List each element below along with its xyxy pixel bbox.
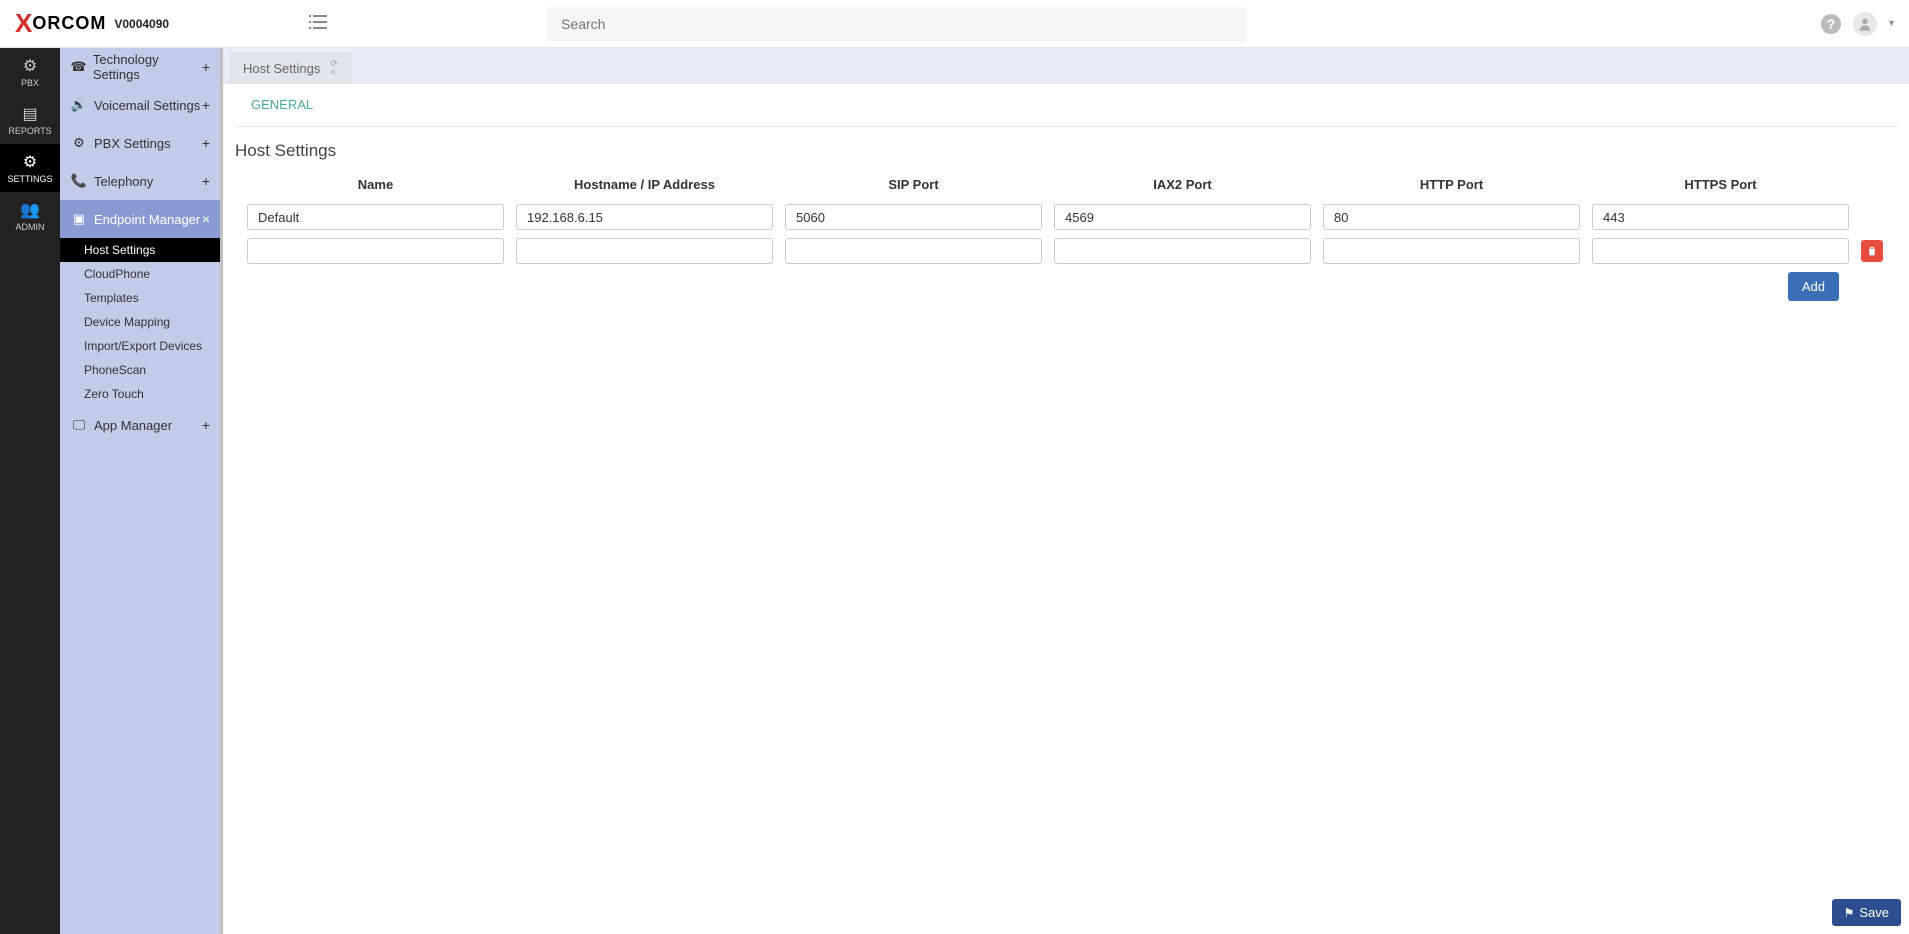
nav-admin-label: ADMIN: [16, 222, 45, 232]
expand-icon[interactable]: +: [202, 135, 210, 151]
sidebar-label-pbx: PBX Settings: [94, 136, 171, 151]
nav-reports-label: REPORTS: [8, 126, 51, 136]
table-row: [247, 238, 1885, 264]
col-name: Name: [247, 177, 504, 196]
sidebar-label-telephony: Telephony: [94, 174, 153, 189]
version-label: V0004090: [114, 17, 169, 31]
page-title: Host Settings: [223, 127, 1909, 169]
trash-icon: [1866, 245, 1878, 257]
sidebar-submenu: Host Settings CloudPhone Templates Devic…: [60, 238, 220, 406]
sub-label: Templates: [84, 291, 139, 305]
expand-icon[interactable]: +: [202, 97, 210, 113]
sidebar-item-technology[interactable]: ☎ Technology Settings +: [60, 48, 220, 86]
save-button[interactable]: ⚑ Save: [1832, 899, 1901, 926]
sidebar-label-endpoint: Endpoint Manager: [94, 212, 200, 227]
name-input[interactable]: [247, 238, 504, 264]
gears-icon: ⚙: [23, 152, 37, 172]
sidebar-item-endpoint-manager[interactable]: ▣ Endpoint Manager ×: [60, 200, 220, 238]
sub-label: CloudPhone: [84, 267, 150, 281]
sidebar-label-appmgr: App Manager: [94, 418, 172, 433]
nav-pbx[interactable]: ⚙ PBX: [0, 48, 60, 96]
https-input[interactable]: [1592, 238, 1849, 264]
tab-label: Host Settings: [243, 61, 320, 76]
sidebar-item-pbx-settings[interactable]: ⚙ PBX Settings +: [60, 124, 220, 162]
sidebar-label-technology: Technology Settings: [93, 52, 202, 82]
nav-admin[interactable]: 👥 ADMIN: [0, 192, 60, 240]
expand-icon[interactable]: +: [202, 417, 210, 433]
http-input[interactable]: [1323, 238, 1580, 264]
expand-icon[interactable]: +: [202, 59, 210, 75]
host-table: Name Hostname / IP Address SIP Port IAX2…: [235, 169, 1897, 272]
sip-input[interactable]: [785, 204, 1042, 230]
https-input[interactable]: [1592, 204, 1849, 230]
delete-row-button[interactable]: [1861, 240, 1883, 262]
brand-logo: X ORCOM: [15, 8, 106, 39]
col-http: HTTP Port: [1323, 177, 1580, 196]
list-icon[interactable]: [309, 15, 327, 32]
help-icon[interactable]: ?: [1821, 14, 1841, 34]
name-input[interactable]: [247, 204, 504, 230]
volume-icon: 🔊: [70, 97, 88, 113]
add-button[interactable]: Add: [1788, 272, 1839, 301]
tab-close-icon[interactable]: ×: [330, 68, 338, 77]
sidebar-label-voicemail: Voicemail Settings: [94, 98, 200, 113]
nav-settings[interactable]: ⚙ SETTINGS: [0, 144, 60, 192]
flag-icon: ⚑: [1844, 906, 1855, 920]
sub-label: PhoneScan: [84, 363, 146, 377]
sub-label: Host Settings: [84, 243, 155, 257]
save-label: Save: [1859, 905, 1889, 920]
logo-mark: X: [15, 8, 32, 39]
sub-label: Zero Touch: [84, 387, 144, 401]
iax2-input[interactable]: [1054, 204, 1311, 230]
sidebar-item-app-manager[interactable]: 🖵 App Manager +: [60, 406, 220, 444]
users-icon: 👥: [20, 200, 40, 220]
gear-icon: ⚙: [23, 56, 37, 76]
search-input[interactable]: [547, 7, 1247, 41]
phone-classic-icon: ☎: [70, 59, 87, 75]
phone-square-icon: ▣: [70, 211, 88, 227]
nav-rail: ⚙ PBX ▤ REPORTS ⚙ SETTINGS 👥 ADMIN: [0, 48, 60, 934]
http-input[interactable]: [1323, 204, 1580, 230]
sub-phonescan[interactable]: PhoneScan: [60, 358, 220, 382]
sub-device-mapping[interactable]: Device Mapping: [60, 310, 220, 334]
sub-label: Device Mapping: [84, 315, 170, 329]
sub-host-settings[interactable]: Host Settings: [60, 238, 220, 262]
hostname-input[interactable]: [516, 204, 773, 230]
gear-icon: ⚙: [70, 135, 88, 151]
user-menu-caret[interactable]: ▾: [1889, 18, 1894, 29]
sidebar: ☎ Technology Settings + 🔊 Voicemail Sett…: [60, 48, 220, 934]
tab-bar: Host Settings ⟳ ×: [223, 48, 1909, 84]
user-avatar[interactable]: [1853, 12, 1877, 36]
sub-zero-touch[interactable]: Zero Touch: [60, 382, 220, 406]
col-iax2: IAX2 Port: [1054, 177, 1311, 196]
brand-name: ORCOM: [32, 13, 106, 34]
collapse-icon[interactable]: ×: [202, 211, 210, 227]
hostname-input[interactable]: [516, 238, 773, 264]
subtab-general[interactable]: GENERAL: [251, 85, 313, 125]
sub-label: Import/Export Devices: [84, 339, 202, 353]
sidebar-item-voicemail[interactable]: 🔊 Voicemail Settings +: [60, 86, 220, 124]
nav-pbx-label: PBX: [21, 78, 39, 88]
nav-reports[interactable]: ▤ REPORTS: [0, 96, 60, 144]
sip-input[interactable]: [785, 238, 1042, 264]
table-row: [247, 204, 1885, 230]
nav-settings-label: SETTINGS: [7, 174, 52, 184]
col-https: HTTPS Port: [1592, 177, 1849, 196]
monitor-icon: 🖵: [70, 417, 88, 433]
tab-host-settings[interactable]: Host Settings ⟳ ×: [229, 52, 352, 84]
sidebar-item-telephony[interactable]: 📞 Telephony +: [60, 162, 220, 200]
document-icon: ▤: [22, 104, 37, 124]
sub-templates[interactable]: Templates: [60, 286, 220, 310]
sub-cloudphone[interactable]: CloudPhone: [60, 262, 220, 286]
col-sip: SIP Port: [785, 177, 1042, 196]
handset-icon: 📞: [70, 173, 88, 189]
iax2-input[interactable]: [1054, 238, 1311, 264]
expand-icon[interactable]: +: [202, 173, 210, 189]
col-hostname: Hostname / IP Address: [516, 177, 773, 196]
sub-import-export[interactable]: Import/Export Devices: [60, 334, 220, 358]
